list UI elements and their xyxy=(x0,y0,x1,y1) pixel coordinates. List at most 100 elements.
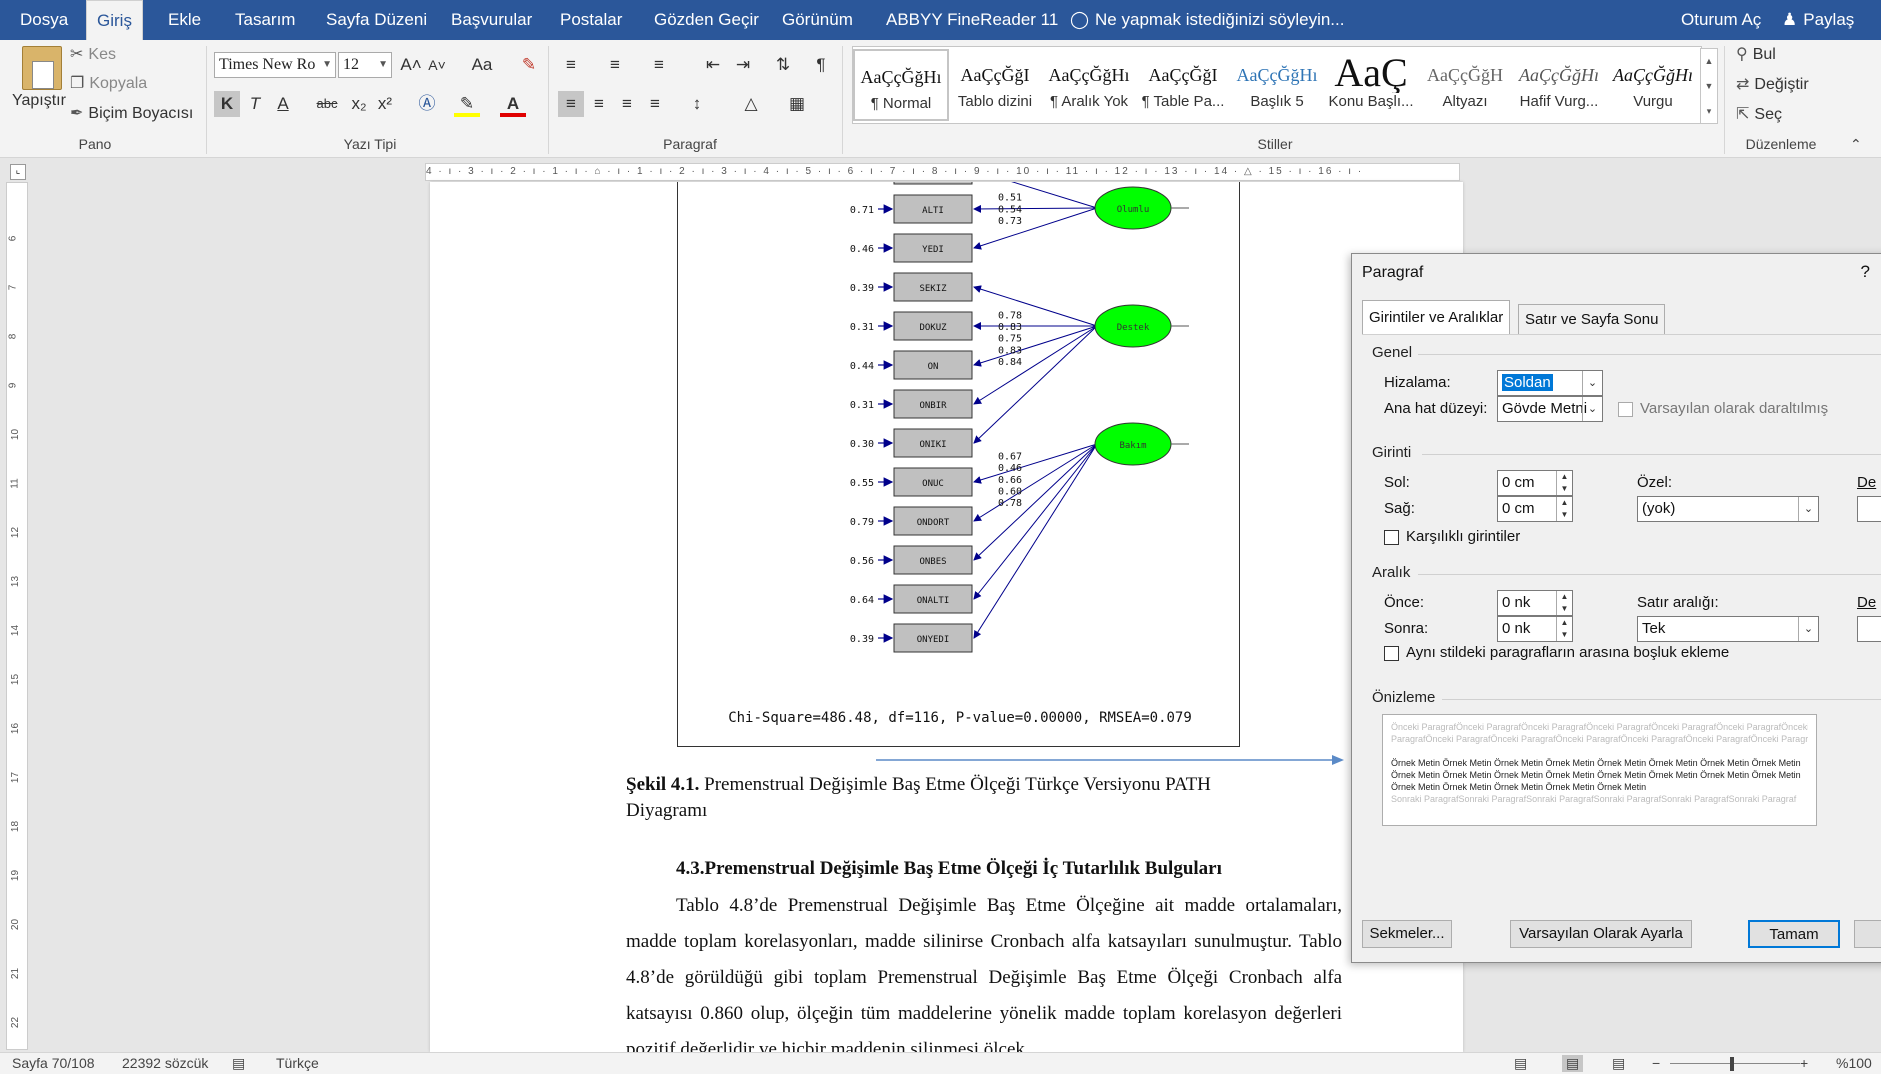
style-tablo-dizini[interactable]: AaÇçĞğI Tablo dizini xyxy=(947,49,1043,121)
page-count[interactable]: Sayfa 70/108 xyxy=(12,1055,95,1071)
italic-button[interactable]: T xyxy=(242,91,268,117)
zoom-slider-thumb[interactable] xyxy=(1730,1057,1734,1071)
style-konu-basligi[interactable]: AaÇ Konu Başlı... xyxy=(1323,49,1419,121)
web-layout-icon[interactable]: ▤ xyxy=(1612,1055,1625,1072)
spinner-icon[interactable]: ▲ ▼ xyxy=(1556,591,1572,615)
cancel-button[interactable] xyxy=(1854,920,1881,948)
cut-button[interactable]: ✂ Kes xyxy=(70,46,116,64)
space-before-input[interactable]: 0 nk ▲ ▼ xyxy=(1497,590,1573,616)
tell-me-box[interactable]: ◯ Ne yapmak istediğinizi söyleyin... xyxy=(1060,0,1354,40)
sort-icon[interactable]: ⇅ xyxy=(770,52,796,78)
spinner-icon[interactable]: ▲ ▼ xyxy=(1556,471,1572,495)
zoom-slider[interactable] xyxy=(1670,1063,1800,1064)
numbering-icon[interactable]: ≡ xyxy=(602,52,628,78)
right-indent-input[interactable]: 0 cm ▲ ▼ xyxy=(1497,496,1573,522)
share-button[interactable]: ♟ Paylaş xyxy=(1772,0,1864,40)
tab-abbyy[interactable]: ABBYY FineReader 11 xyxy=(876,0,1068,40)
align-left-icon[interactable]: ≡ xyxy=(558,91,584,117)
line-spacing-icon[interactable]: ↕ xyxy=(684,91,710,117)
tab-dosya[interactable]: Dosya xyxy=(10,0,78,40)
style-normal[interactable]: AaÇçĞğHı ¶ Normal xyxy=(853,49,949,121)
at-input[interactable] xyxy=(1857,616,1881,642)
strikethrough-button[interactable]: abc xyxy=(310,91,344,117)
select-button[interactable]: ⇱ Seç xyxy=(1736,106,1782,124)
proofing-icon[interactable]: ▤ xyxy=(232,1055,245,1072)
bullets-icon[interactable]: ≡ xyxy=(558,52,584,78)
underline-button[interactable]: A xyxy=(270,91,296,117)
justify-icon[interactable]: ≡ xyxy=(642,91,668,117)
word-count[interactable]: 22392 sözcük xyxy=(122,1055,208,1071)
replace-button[interactable]: ⇄ Değiştir xyxy=(1736,76,1809,94)
tabs-button[interactable]: Sekmeler... xyxy=(1362,920,1452,948)
shading-icon[interactable]: △ xyxy=(738,91,764,117)
change-case-button[interactable]: Aa xyxy=(462,52,502,78)
find-button[interactable]: ⚲ Bul xyxy=(1736,46,1776,64)
zoom-out-icon[interactable]: − xyxy=(1652,1055,1660,1071)
left-indent-input[interactable]: 0 cm ▲ ▼ xyxy=(1497,470,1573,496)
tab-giris[interactable]: Giriş xyxy=(86,0,143,40)
tab-sayfa-duzeni[interactable]: Sayfa Düzeni xyxy=(316,0,437,40)
clear-format-icon[interactable]: ✎ xyxy=(516,52,542,78)
line-spacing-select[interactable]: Tek ⌄ xyxy=(1637,616,1819,642)
zoom-level[interactable]: %100 xyxy=(1836,1055,1872,1071)
tab-gorunum[interactable]: Görünüm xyxy=(772,0,863,40)
font-color-icon[interactable]: A xyxy=(500,91,526,117)
no-space-checkbox[interactable] xyxy=(1384,646,1399,661)
tab-gozden-gecir[interactable]: Gözden Geçir xyxy=(644,0,769,40)
format-painter-button[interactable]: ✒ Biçim Boyacısı xyxy=(70,105,193,123)
highlight-icon[interactable]: ✎ xyxy=(454,91,480,117)
superscript-button[interactable]: x² xyxy=(372,91,398,117)
style-hafif-vurgu[interactable]: AaÇçĞğHı Hafif Vurg... xyxy=(1511,49,1607,121)
ok-button[interactable]: Tamam xyxy=(1748,920,1840,948)
tab-selector-icon[interactable]: ⌞ xyxy=(10,164,26,180)
align-right-icon[interactable]: ≡ xyxy=(614,91,640,117)
mirror-indents-checkbox[interactable] xyxy=(1384,530,1399,545)
increase-indent-icon[interactable]: ⇥ xyxy=(730,52,756,78)
tab-postalar[interactable]: Postalar xyxy=(550,0,632,40)
style-table-pa[interactable]: AaÇçĞğI ¶ Table Pa... xyxy=(1135,49,1231,121)
style-altyazi[interactable]: AaÇçĞğH Altyazı xyxy=(1417,49,1513,121)
outline-level-select[interactable]: Gövde Metni ⌄ xyxy=(1497,396,1603,422)
align-center-icon[interactable]: ≡ xyxy=(586,91,612,117)
decrease-indent-icon[interactable]: ⇤ xyxy=(700,52,726,78)
print-layout-icon[interactable]: ▤ xyxy=(1562,1055,1584,1072)
spinner-icon[interactable]: ▲ ▼ xyxy=(1556,497,1572,521)
shrink-font-icon[interactable]: A˅ xyxy=(424,52,450,78)
spinner-icon[interactable]: ▲ ▼ xyxy=(1556,617,1572,641)
help-button[interactable]: ? xyxy=(1861,262,1870,282)
tab-indents-spacing[interactable]: Girintiler ve Aralıklar xyxy=(1362,300,1511,334)
alignment-select[interactable]: Soldan ⌄ xyxy=(1497,370,1603,396)
tab-line-page-breaks[interactable]: Satır ve Sayfa Sonu xyxy=(1518,304,1666,334)
vertical-ruler[interactable]: 6 7 8 9 10 11 12 13 14 15 16 17 18 19 20 21 22 xyxy=(6,182,28,1050)
special-indent-select[interactable]: (yok) ⌄ xyxy=(1637,496,1819,522)
style-baslik-5[interactable]: AaÇçĞğHı Başlık 5 xyxy=(1229,49,1325,121)
text-effects-icon[interactable]: Ⓐ xyxy=(414,91,440,117)
set-default-button[interactable]: Varsayılan Olarak Ayarla xyxy=(1510,920,1692,948)
by-input[interactable] xyxy=(1857,496,1881,522)
multilevel-list-icon[interactable]: ≡ xyxy=(646,52,672,78)
gallery-scroll[interactable]: ▲ ▼ ▾ xyxy=(1700,48,1718,124)
tab-basvurular[interactable]: Başvurular xyxy=(441,0,542,40)
borders-icon[interactable]: ▦ xyxy=(784,91,810,117)
horizontal-ruler[interactable]: 4 · ı · 3 · ı · 2 · ı · 1 · ı · ⌂ · ı · … xyxy=(425,163,1460,181)
font-size-combo[interactable]: 12 ▼ xyxy=(338,52,392,78)
tab-ekle[interactable]: Ekle xyxy=(158,0,211,40)
tab-tasarim[interactable]: Tasarım xyxy=(225,0,305,40)
language-indicator[interactable]: Türkçe xyxy=(276,1055,319,1071)
space-after-input[interactable]: 0 nk ▲ ▼ xyxy=(1497,616,1573,642)
paste-icon[interactable] xyxy=(22,46,62,90)
collapsed-checkbox[interactable] xyxy=(1618,402,1633,417)
collapse-ribbon-icon[interactable]: ⌃ xyxy=(1850,136,1862,153)
bold-button[interactable]: K xyxy=(214,91,240,117)
copy-button[interactable]: ❐ Kopyala xyxy=(70,75,147,93)
document-page[interactable]: BES0.74ALTI0.71YEDI0.46SEKIZ0.39DOKUZ0.3… xyxy=(430,182,1463,1052)
zoom-in-icon[interactable]: + xyxy=(1800,1055,1808,1071)
signin-link[interactable]: Oturum Aç xyxy=(1671,0,1771,40)
style-aralik-yok[interactable]: AaÇçĞğHı ¶ Aralık Yok xyxy=(1041,49,1137,121)
pilcrow-icon[interactable]: ¶ xyxy=(808,52,834,78)
paste-button[interactable]: Yapıştır xyxy=(12,92,66,110)
read-mode-icon[interactable]: ▤ xyxy=(1514,1055,1527,1072)
grow-font-icon[interactable]: A˄ xyxy=(398,52,424,78)
subscript-button[interactable]: x₂ xyxy=(346,91,372,117)
font-name-combo[interactable]: Times New Ro ▼ xyxy=(214,52,336,78)
